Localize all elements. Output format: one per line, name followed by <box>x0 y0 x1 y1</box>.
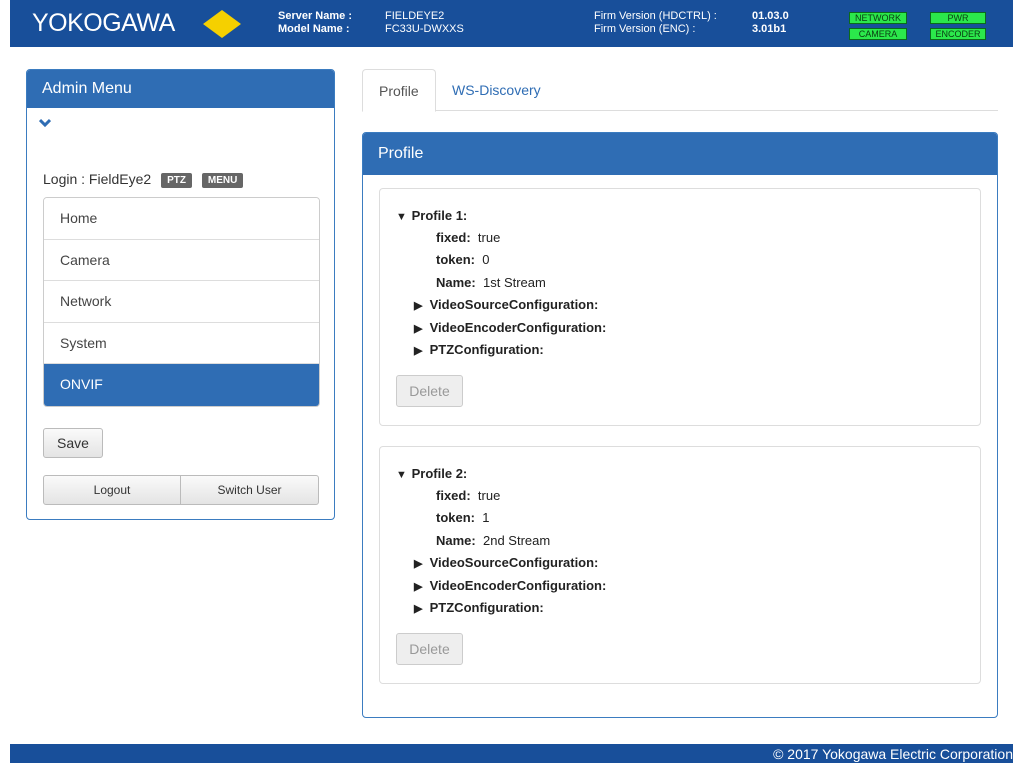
encoder-indicator: ENCODER <box>930 28 986 40</box>
menu-item-onvif[interactable]: ONVIF <box>44 364 319 406</box>
menu-item-network[interactable]: Network <box>44 281 319 323</box>
left-border <box>0 0 10 763</box>
profile-heading[interactable]: ▼ Profile 2: <box>396 466 467 481</box>
delete-button[interactable]: Delete <box>396 633 463 665</box>
collapsed-triangle-icon: ▶ <box>414 345 423 357</box>
collapsed-triangle-icon: ▶ <box>414 558 423 570</box>
token-row: token: 1 <box>436 510 490 525</box>
tab-bar: Profile WS-Discovery <box>362 69 998 112</box>
yokogawa-diamond-icon <box>203 10 241 38</box>
model-name-value: FC33U-DWXXS <box>385 23 464 35</box>
model-name-label: Model Name : <box>278 23 350 35</box>
collapsed-triangle-icon: ▶ <box>414 323 423 335</box>
collapsed-triangle-icon: ▶ <box>414 300 423 312</box>
fixed-row: fixed: true <box>436 230 501 245</box>
ptz-badge: PTZ <box>161 173 192 188</box>
video-source-config-toggle[interactable]: ▶ VideoSourceConfiguration: <box>414 297 598 312</box>
firm-enc-label: Firm Version (ENC) : <box>594 23 696 35</box>
save-button[interactable]: Save <box>43 428 103 458</box>
name-row: Name: 1st Stream <box>436 275 546 290</box>
profile-panel: Profile ▼ Profile 1: fixed: true token: … <box>362 132 998 718</box>
server-name-label: Server Name : <box>278 10 352 22</box>
menu-item-camera[interactable]: Camera <box>44 239 319 281</box>
name-row: Name: 2nd Stream <box>436 533 551 548</box>
video-source-config-toggle[interactable]: ▶ VideoSourceConfiguration: <box>414 555 598 570</box>
admin-menu-panel: Admin Menu Login : FieldEye2 PTZ MENU Ho… <box>26 69 335 520</box>
firm-hdctrl-value: 01.03.0 <box>752 10 789 22</box>
copyright-text: © 2017 Yokogawa Electric Corporation <box>773 746 1013 762</box>
logo: YOKOGAWA <box>32 9 175 37</box>
switch-user-button[interactable]: Switch User <box>180 475 319 505</box>
video-encoder-config-toggle[interactable]: ▶ VideoEncoderConfiguration: <box>414 320 606 335</box>
top-bar: YOKOGAWA Server Name : Model Name : FIEL… <box>10 0 1013 47</box>
pwr-indicator: PWR <box>930 12 986 24</box>
menu-badge: MENU <box>201 173 244 188</box>
profile-card: ▼ Profile 2: fixed: true token: 1 Name: … <box>379 446 981 684</box>
admin-menu-list: Home Camera Network System ONVIF <box>43 197 320 407</box>
ptz-config-toggle[interactable]: ▶ PTZConfiguration: <box>414 600 544 615</box>
menu-item-home[interactable]: Home <box>44 198 319 240</box>
menu-item-system[interactable]: System <box>44 322 319 364</box>
profile-card: ▼ Profile 1: fixed: true token: 0 Name: … <box>379 188 981 426</box>
network-indicator: NETWORK <box>849 12 907 24</box>
logout-button[interactable]: Logout <box>43 475 181 505</box>
server-name-value: FIELDEYE2 <box>385 10 445 22</box>
tab-ws-discovery[interactable]: WS-Discovery <box>436 69 557 111</box>
expanded-triangle-icon: ▼ <box>396 469 407 481</box>
camera-indicator: CAMERA <box>849 28 907 40</box>
profile-heading[interactable]: ▼ Profile 1: <box>396 208 467 223</box>
token-row: token: 0 <box>436 252 490 267</box>
expanded-triangle-icon: ▼ <box>396 211 407 223</box>
profile-panel-title: Profile <box>363 133 997 175</box>
collapsed-triangle-icon: ▶ <box>414 603 423 615</box>
ptz-config-toggle[interactable]: ▶ PTZConfiguration: <box>414 342 544 357</box>
firm-hdctrl-label: Firm Version (HDCTRL) : <box>594 10 717 22</box>
tab-profile[interactable]: Profile <box>362 69 436 112</box>
fixed-row: fixed: true <box>436 488 501 503</box>
firm-enc-value: 3.01b1 <box>752 23 787 35</box>
video-encoder-config-toggle[interactable]: ▶ VideoEncoderConfiguration: <box>414 578 606 593</box>
collapsed-triangle-icon: ▶ <box>414 581 423 593</box>
login-label: Login : FieldEye2 <box>43 171 152 187</box>
admin-menu-title: Admin Menu <box>27 70 334 108</box>
chevron-down-icon[interactable] <box>39 118 51 128</box>
footer: © 2017 Yokogawa Electric Corporation <box>10 744 1013 763</box>
login-info: Login : FieldEye2 PTZ MENU <box>43 171 244 188</box>
delete-button[interactable]: Delete <box>396 375 463 407</box>
